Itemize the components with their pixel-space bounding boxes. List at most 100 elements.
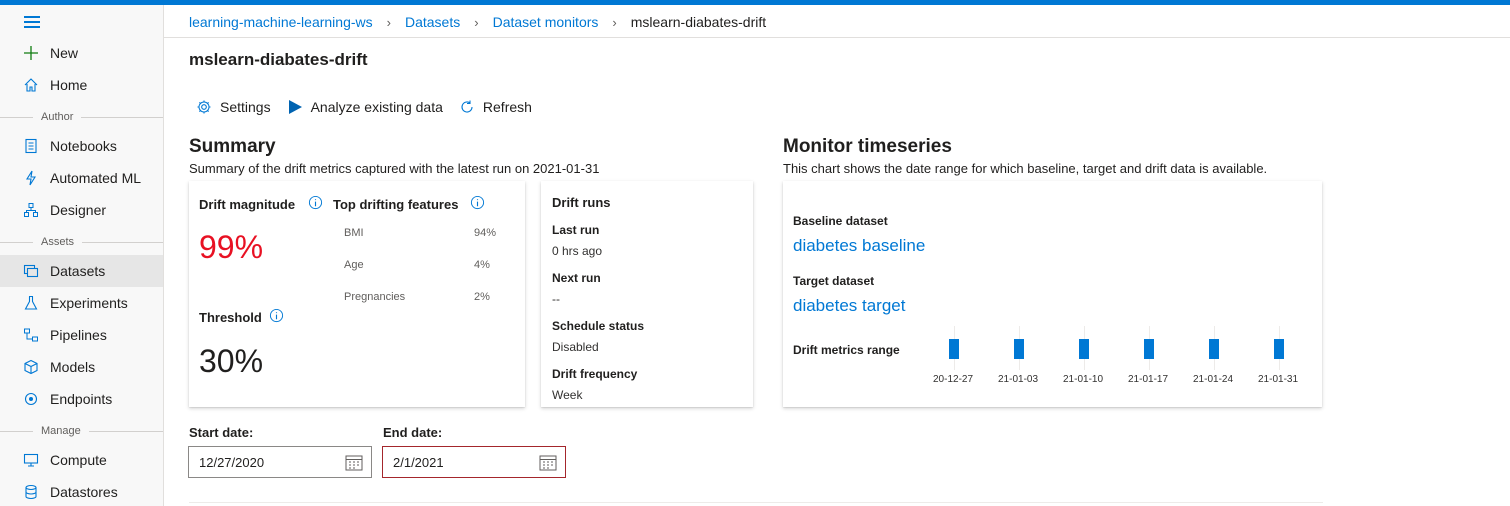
sidebar-item-label: Experiments [50, 295, 128, 311]
end-date-picker[interactable]: 2/1/2021 [382, 446, 566, 478]
dataset-icon [22, 262, 40, 280]
drift-range-bar[interactable] [1079, 339, 1089, 359]
section-header-author: Author [0, 109, 163, 125]
feature-name: BMI [344, 227, 364, 239]
drift-range-bar[interactable] [949, 339, 959, 359]
drift-range-bar[interactable] [1209, 339, 1219, 359]
drift-tick-label: 20-12-27 [933, 374, 974, 385]
compute-icon [22, 451, 40, 469]
flask-icon [22, 294, 40, 312]
refresh-icon [461, 100, 473, 113]
breadcrumb: learning-machine-learning-ws › Datasets … [189, 13, 766, 31]
threshold-value: 30% [199, 343, 264, 379]
drift-magnitude-label: Drift magnitude [199, 197, 296, 212]
top-drifting-features-label: Top drifting features [333, 197, 459, 212]
breadcrumb-monitors-link[interactable]: Dataset monitors [493, 14, 599, 30]
settings-button-label: Settings [220, 99, 271, 115]
sidebar-item-label: Models [50, 359, 96, 375]
info-icon[interactable] [308, 195, 323, 210]
sidebar-item-notebooks[interactable]: Notebooks [0, 130, 163, 162]
feature-drift-value: 94% [474, 227, 497, 239]
breadcrumb-datasets-link[interactable]: Datasets [405, 14, 460, 30]
sidebar-item-compute[interactable]: Compute [0, 444, 163, 476]
feature-drift-value: 2% [474, 291, 490, 303]
calendar-icon[interactable] [539, 454, 557, 471]
chevron-right-icon: › [386, 14, 391, 30]
chevron-right-icon: › [612, 14, 617, 30]
sidebar-item-label: Datastores [50, 484, 118, 500]
endpoint-icon [22, 390, 40, 408]
settings-button[interactable]: Settings [196, 99, 271, 115]
sidebar-item-home[interactable]: Home [0, 69, 163, 101]
cube-icon [22, 358, 40, 376]
sidebar-item-label: Notebooks [50, 138, 117, 154]
drift-tick-label: 21-01-10 [1063, 374, 1104, 385]
sidebar-item-designer[interactable]: Designer [0, 194, 163, 226]
top-accent-bar [0, 0, 1510, 5]
sidebar-item-automated-ml[interactable]: Automated ML [0, 162, 163, 194]
notebook-icon [22, 137, 40, 155]
sidebar-item-endpoints[interactable]: Endpoints [0, 383, 163, 415]
sidebar-item-pipelines[interactable]: Pipelines [0, 319, 163, 351]
next-run-value: -- [552, 292, 560, 306]
analyze-existing-data-button[interactable]: Analyze existing data [287, 99, 443, 115]
last-run-value: 0 hrs ago [552, 244, 603, 258]
section-header-manage: Manage [0, 423, 163, 439]
monitor-timeseries-subtitle: This chart shows the date range for whic… [783, 161, 1268, 176]
pipeline-icon [22, 326, 40, 344]
sidebar-item-label: New [50, 45, 79, 61]
drift-range-bar[interactable] [1274, 339, 1284, 359]
info-icon[interactable] [470, 195, 485, 210]
calendar-icon[interactable] [345, 454, 363, 471]
schedule-status-label: Schedule status [552, 319, 645, 333]
schedule-status-value: Disabled [552, 340, 599, 354]
monitor-timeseries-title: Monitor timeseries [783, 136, 952, 157]
summary-subtitle: Summary of the drift metrics captured wi… [189, 161, 600, 176]
refresh-button-label: Refresh [482, 99, 532, 115]
start-date-picker[interactable]: 12/27/2020 [188, 446, 372, 478]
target-dataset-link[interactable]: diabetes target [793, 296, 905, 316]
drift-frequency-value: Week [552, 388, 583, 402]
left-navigation: New Home Author Notebooks Automated ML D… [0, 5, 164, 506]
start-date-label: Start date: [189, 425, 254, 440]
toolbar: Settings Analyze existing data Refresh [196, 99, 548, 115]
chevron-right-icon: › [474, 14, 479, 30]
baseline-dataset-label: Baseline dataset [793, 214, 888, 228]
drift-frequency-label: Drift frequency [552, 367, 638, 381]
sidebar-item-experiments[interactable]: Experiments [0, 287, 163, 319]
breadcrumb-workspace-link[interactable]: learning-machine-learning-ws [189, 14, 373, 30]
plus-icon [22, 44, 40, 62]
drift-tick-label: 21-01-03 [998, 374, 1039, 385]
feature-drift-value: 4% [474, 259, 490, 271]
drift-summary-card: Drift magnitude Top drifting features 99… [189, 181, 525, 407]
sidebar-item-label: Pipelines [50, 327, 107, 343]
feature-name: Age [344, 259, 364, 271]
drift-magnitude-value: 99% [199, 229, 264, 265]
sidebar-item-models[interactable]: Models [0, 351, 163, 383]
gear-icon [197, 100, 211, 114]
start-date-value: 12/27/2020 [199, 454, 265, 470]
sidebar-item-label: Automated ML [50, 170, 142, 186]
sidebar-item-label: Datasets [50, 263, 106, 279]
sidebar-item-new[interactable]: New [0, 37, 163, 69]
last-run-label: Last run [552, 223, 600, 237]
sidebar-item-datastores[interactable]: Datastores [0, 476, 163, 506]
section-header-assets: Assets [0, 234, 163, 250]
threshold-label: Threshold [199, 310, 262, 325]
page-title: mslearn-diabates-drift [189, 50, 368, 69]
analyze-button-label: Analyze existing data [310, 99, 443, 115]
sidebar-item-label: Home [50, 77, 88, 93]
summary-title: Summary [189, 136, 276, 157]
hamburger-menu-icon[interactable] [24, 16, 40, 28]
drift-runs-card: Drift runs Last run 0 hrs ago Next run -… [541, 181, 753, 407]
end-date-label: End date: [383, 425, 443, 440]
sidebar-item-label: Compute [50, 452, 107, 468]
baseline-dataset-link[interactable]: diabetes baseline [793, 236, 925, 256]
breadcrumb-current: mslearn-diabates-drift [630, 14, 767, 30]
drift-range-bar[interactable] [1144, 339, 1154, 359]
drift-range-bar[interactable] [1014, 339, 1024, 359]
sidebar-item-datasets[interactable]: Datasets [0, 255, 163, 287]
info-icon[interactable] [269, 308, 284, 323]
drift-metrics-range-label: Drift metrics range [793, 343, 900, 357]
refresh-button[interactable]: Refresh [459, 99, 532, 115]
